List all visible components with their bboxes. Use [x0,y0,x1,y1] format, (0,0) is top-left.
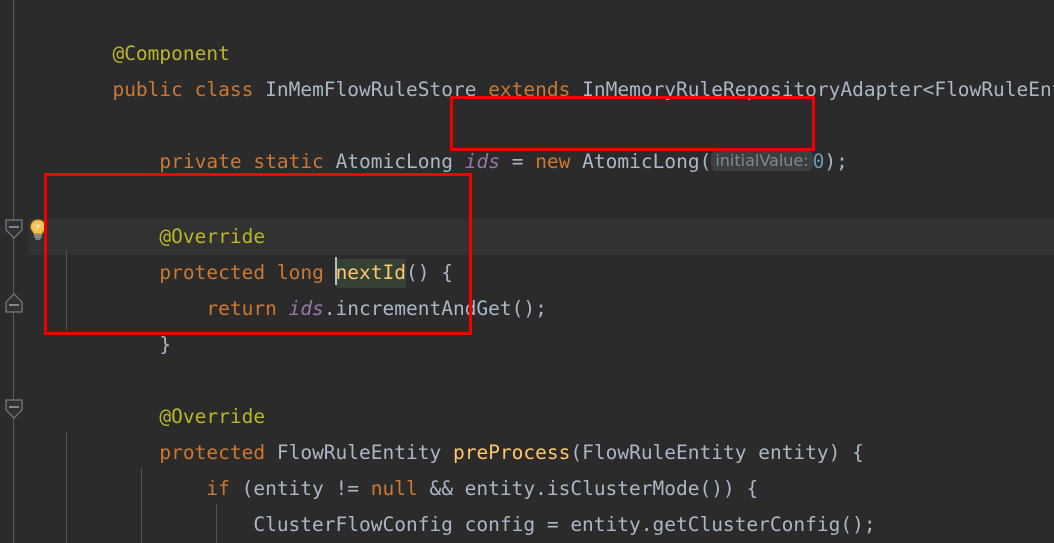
fold-start-icon-preprocess[interactable] [3,399,24,420]
code-line[interactable]: private static AtomicLong ids = new Atom… [42,108,847,173]
editor-text-area[interactable]: @Component public class InMemFlowRuleSto… [28,0,1054,543]
code-token-operator: = [499,150,536,173]
inlay-parameter-hint[interactable]: initialValue: [711,151,813,171]
code-token-keyword: static [253,150,324,173]
code-line[interactable]: public class InMemFlowRuleStore extends … [42,36,1054,101]
code-line[interactable]: @Override [42,183,265,248]
code-line[interactable]: @Component [42,0,229,65]
code-line[interactable]: } [42,291,171,356]
code-line[interactable]: return ids.incrementAndGet(); [42,255,547,320]
code-token-classname: InMemFlowRuleStore [265,78,477,101]
code-token-keyword: new [535,150,571,173]
code-line[interactable]: @Override [42,363,265,428]
editor-gutter[interactable] [0,0,46,543]
code-line-caret[interactable]: protected long nextId() { [42,219,453,288]
code-token-constructor: AtomicLong( [582,150,712,173]
code-line[interactable]: if (config == null) { [42,507,500,543]
code-token-call: .incrementAndGet(); [323,297,547,320]
code-line[interactable]: if (entity != null && entity.isClusterMo… [42,435,758,500]
fold-rail-line [13,0,14,543]
code-token-keyword: class [194,78,254,101]
code-token-number: 0 [812,150,825,173]
code-token-keyword: extends [488,78,571,101]
code-token-field: ids [464,150,500,173]
code-token-punct: ); [824,150,848,173]
code-token-field: ids [288,297,324,320]
code-token-indent [112,150,159,173]
code-token-keyword: private [159,150,242,173]
code-token-keyword: return [206,297,277,320]
fold-end-icon-nextid[interactable] [3,292,24,313]
code-line[interactable]: ClusterFlowConfig config = entity.getClu… [42,471,875,536]
code-line[interactable]: protected FlowRuleEntity preProcess(Flow… [42,399,863,464]
intellij-code-editor[interactable]: @Component public class InMemFlowRuleSto… [0,0,1054,543]
code-token-keyword: public [112,78,183,101]
code-token-classname: AtomicLong [335,150,453,173]
code-token-classname: InMemoryRuleRepositoryAdapter<FlowRuleEn… [582,78,1054,101]
fold-start-icon-nextid[interactable] [3,219,24,240]
code-token-brace: } [112,333,172,356]
